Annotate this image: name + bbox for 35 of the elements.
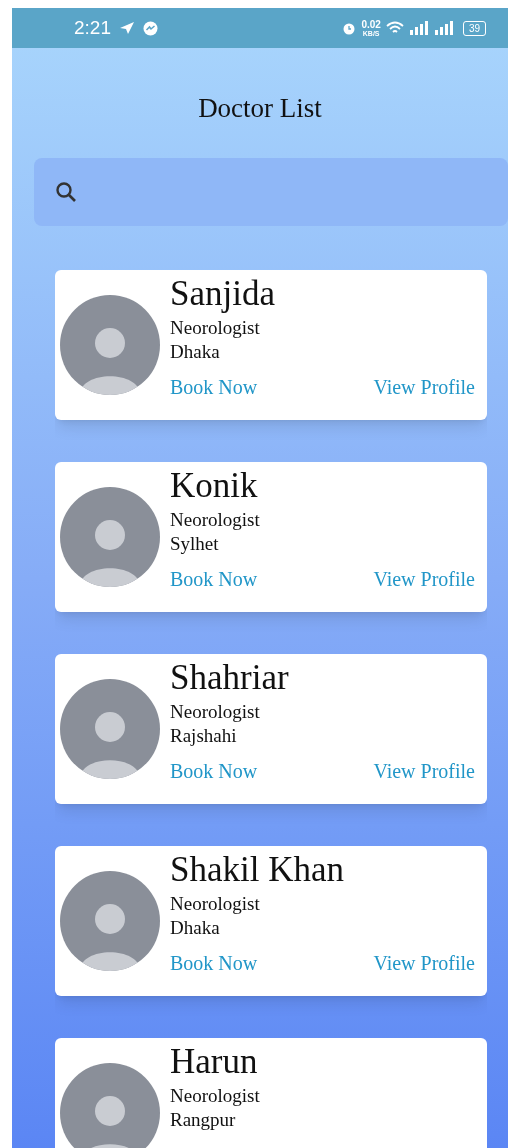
doctor-specialty: Neorologist: [170, 892, 261, 916]
doctor-name: Konik: [170, 465, 259, 507]
action-link[interactable]: View Profile: [373, 566, 475, 592]
signal-icon: [433, 21, 454, 35]
doctor-specialty: Neorologist: [170, 1084, 261, 1108]
doctor-name: Sanjida: [170, 273, 276, 315]
action-link[interactable]: Book Now: [170, 950, 258, 976]
search-field[interactable]: [34, 158, 508, 226]
doctor-city: Dhaka: [170, 340, 221, 364]
doctor-specialty: Neorologist: [170, 508, 261, 532]
action-link[interactable]: Book Now: [170, 374, 258, 400]
doctor-name: Shahriar: [170, 657, 290, 699]
action-link[interactable]: Book Now: [170, 566, 258, 592]
action-link[interactable]: Book Now: [170, 758, 258, 784]
battery-level: 39: [462, 20, 486, 36]
action-link[interactable]: View Profile: [373, 758, 475, 784]
page-title: Doctor List: [197, 92, 323, 125]
doctor-city: Rajshahi: [170, 724, 238, 748]
clock-time: 2:21: [74, 15, 111, 40]
search-icon: [54, 180, 78, 204]
doctor-specialty: Neorologist: [170, 700, 261, 724]
chat-bubble-icon: [143, 20, 158, 36]
wifi-icon: [385, 21, 404, 35]
doctor-specialty: Neorologist: [170, 316, 261, 340]
signal-icon: [408, 21, 429, 35]
doctor-name: Shakil Khan: [170, 849, 345, 891]
doctor-city: Rangpur: [170, 1108, 237, 1132]
data-speed: 0.02: [361, 19, 381, 30]
doctor-city: Dhaka: [170, 916, 221, 940]
doctor-city: Sylhet: [170, 532, 220, 556]
action-link[interactable]: View Profile: [373, 950, 475, 976]
alarm-clock-icon: [342, 21, 357, 35]
action-link[interactable]: View Profile: [373, 374, 475, 400]
send-icon: [119, 21, 135, 35]
doctor-name: Harun: [170, 1041, 259, 1083]
